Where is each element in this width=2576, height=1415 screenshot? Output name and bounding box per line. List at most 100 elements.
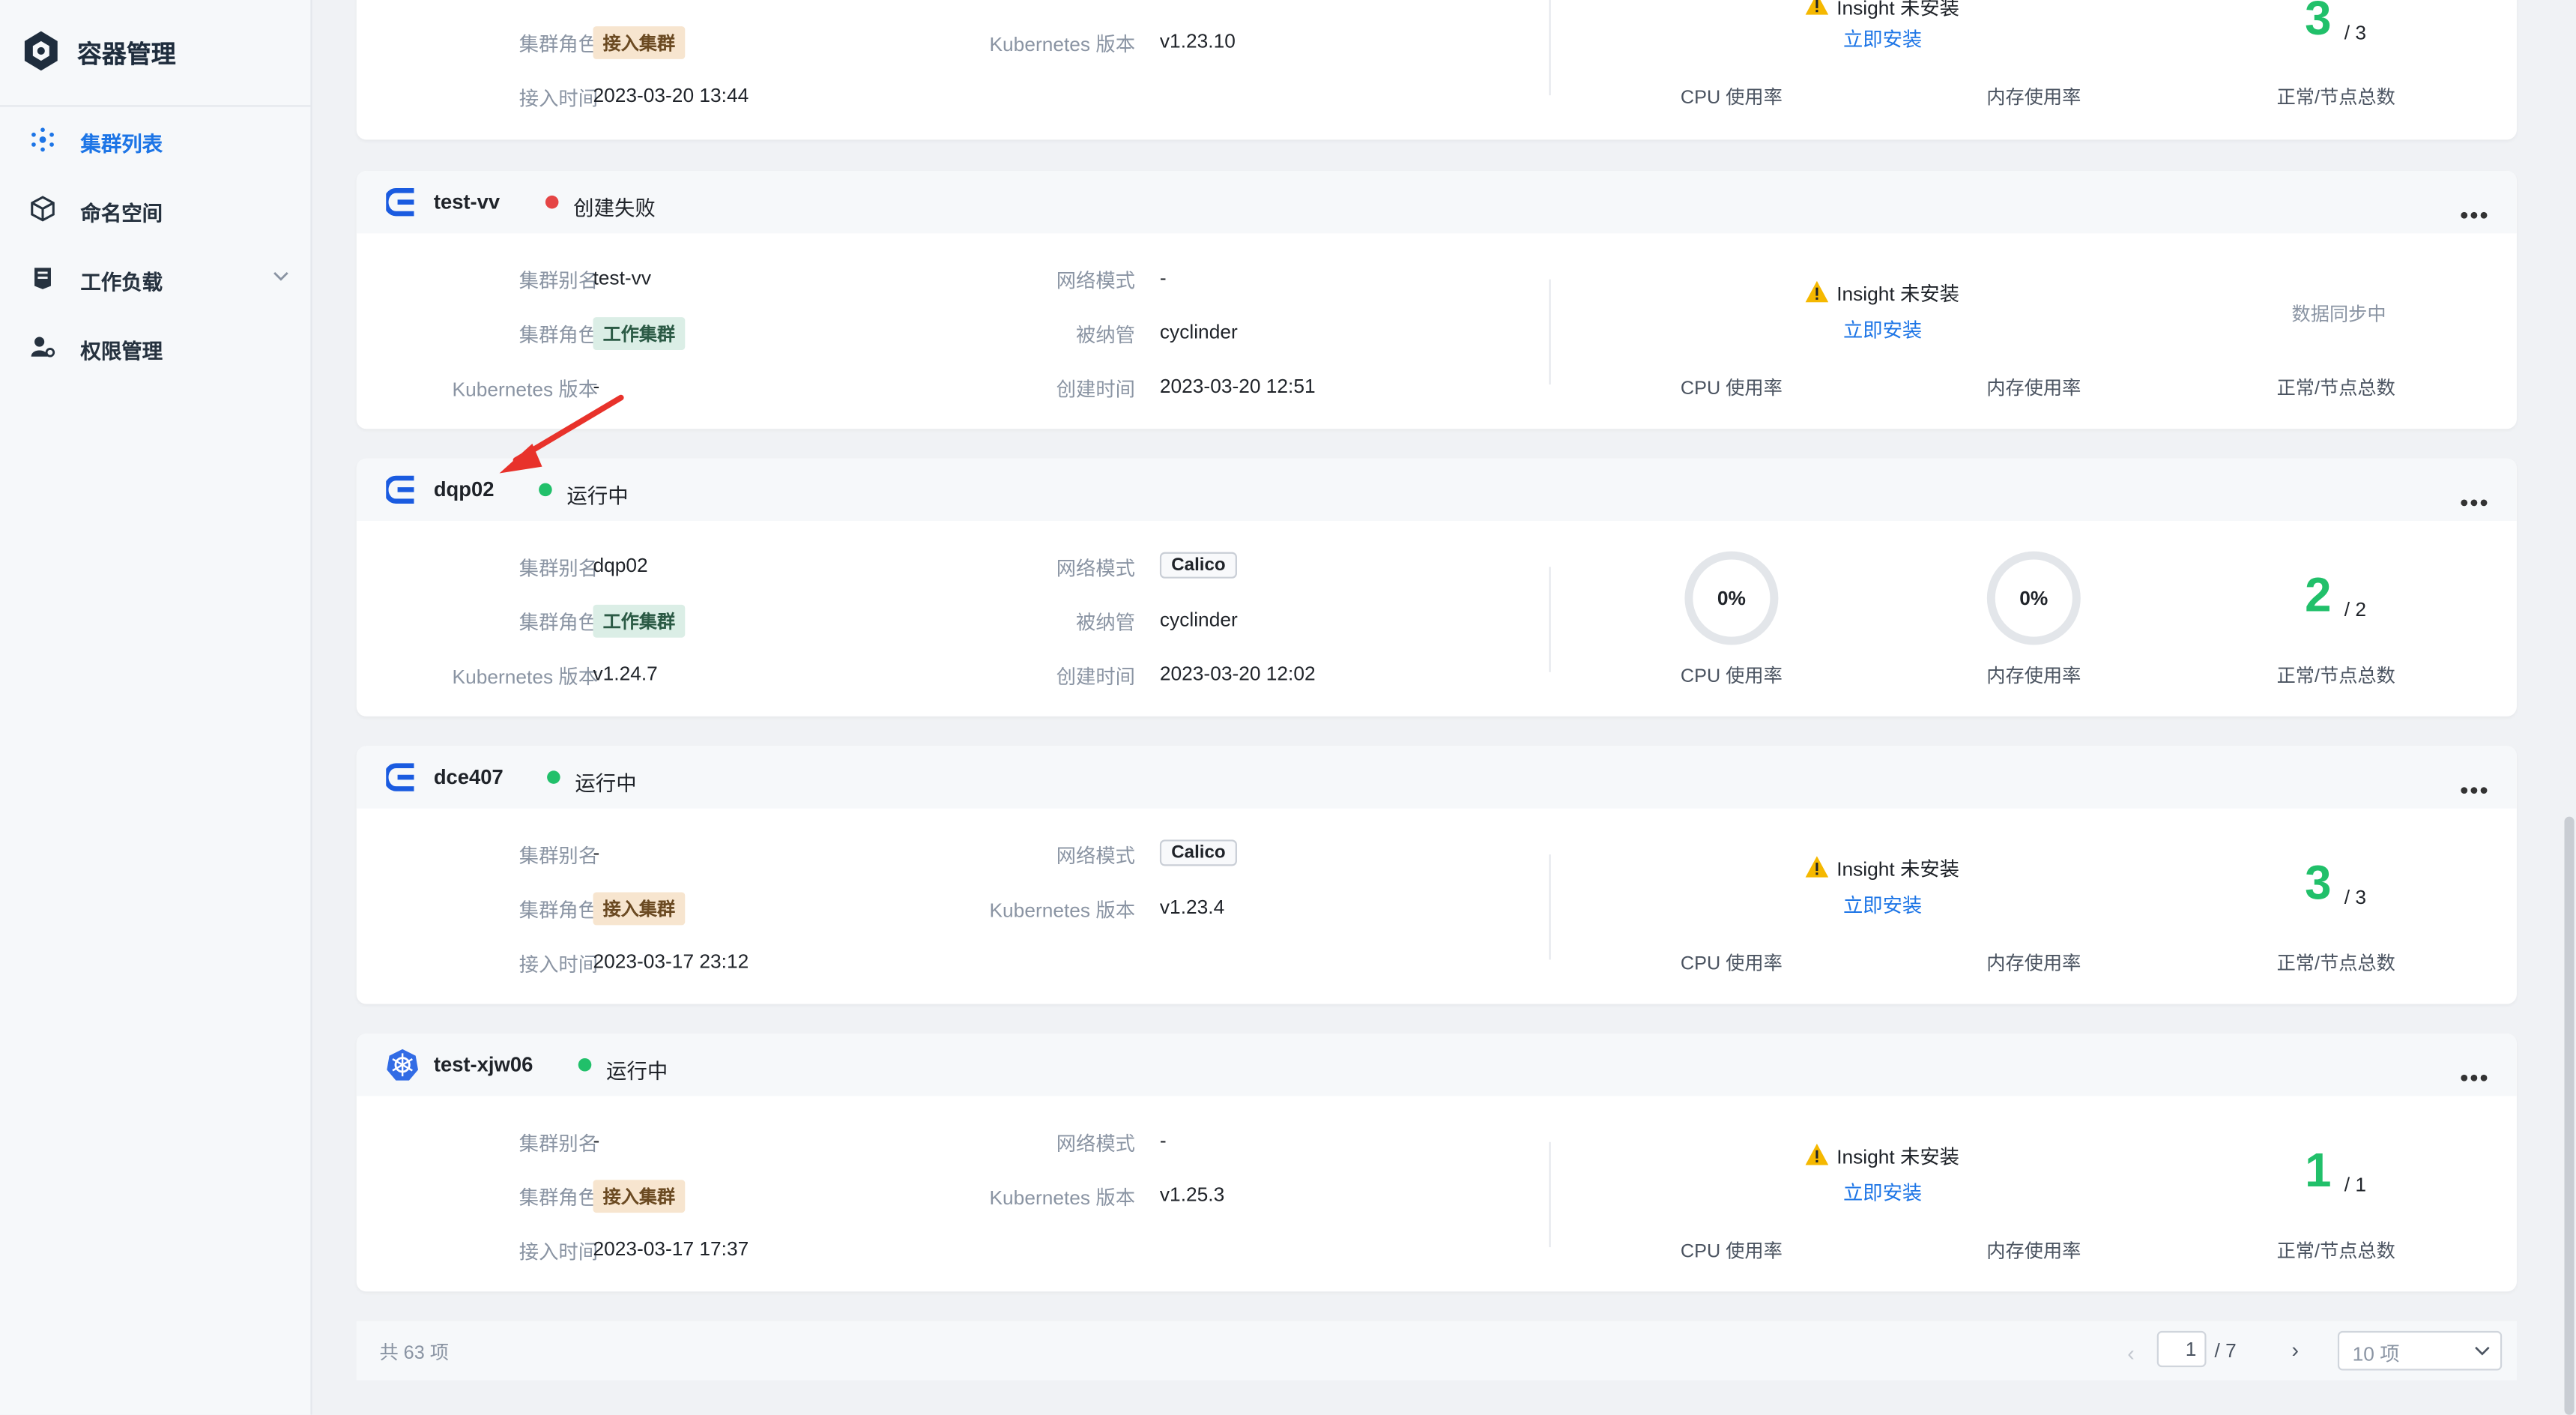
insight-status: Insight 未安装 (1836, 0, 1960, 20)
next-page-icon[interactable]: › (2292, 1338, 2300, 1363)
network-mode-tag: Calico (1159, 839, 1237, 866)
mem-usage-label: 内存使用率 (1986, 88, 2081, 109)
cpu-usage-label: CPU 使用率 (1680, 667, 1783, 687)
sidebar-item-cluster-list[interactable]: 集群列表 (0, 105, 310, 174)
k8s-version-label: Kubernetes 版本 (452, 665, 599, 689)
role-tag: 工作集群 (593, 604, 686, 638)
role-label: 集群角色 (518, 32, 599, 56)
managed-by-label: 被纳管 (1076, 323, 1136, 347)
alias-label: 集群别名 (518, 1132, 599, 1156)
cluster-type-logo-icon (386, 475, 414, 504)
mem-usage-value: 0% (2019, 586, 2049, 610)
insight-status: Insight 未安装 (1836, 1145, 1960, 1168)
cluster-card: test-xjw06 运行中 集群别名 - 网络模式 - 集群角色 接入集群 K… (356, 1034, 2517, 1292)
status-dot (547, 770, 560, 784)
network-mode-label: 网络模式 (1056, 1132, 1136, 1156)
nodes-ok-count: 2 (2305, 570, 2332, 623)
k8s-version-value: v1.24.7 (593, 662, 658, 686)
warning-icon (1805, 856, 1829, 878)
role-label: 集群角色 (518, 1186, 599, 1210)
install-now-link[interactable]: 立即安装 (1843, 316, 1922, 343)
more-options-icon[interactable] (2461, 772, 2497, 794)
cluster-card: dqp02 运行中 集群别名 dqp02 网络模式 Calico 集群角色 工作… (356, 458, 2517, 716)
card-divider (1549, 854, 1551, 960)
cluster-name[interactable]: dqp02 (434, 478, 495, 501)
card-header[interactable]: test-vv 创建失败 (356, 171, 2517, 234)
alias-label: 集群别名 (518, 844, 599, 868)
install-now-link[interactable]: 立即安装 (1843, 890, 1922, 918)
role-tag: 接入集群 (593, 26, 686, 59)
status-dot (545, 195, 559, 209)
sidebar: 容器管理 集群列表 命名空间 工作负载 权限管理 (0, 0, 312, 1415)
page-count: / 7 (2214, 1339, 2237, 1363)
syncing-text: 数据同步中 (2291, 305, 2386, 326)
page-size-value: 10 项 (2352, 1342, 2400, 1366)
nodes-total: / 1 (2344, 1173, 2366, 1197)
cluster-name[interactable]: dce407 (434, 766, 504, 789)
page-size-select[interactable]: 10 项 (2337, 1330, 2503, 1371)
nodes-total: / 3 (2344, 21, 2366, 45)
alias-value: test-vv (593, 266, 651, 289)
install-now-link[interactable]: 立即安装 (1843, 1178, 1922, 1206)
warning-icon (1805, 0, 1829, 15)
managed-by-value: cyclinder (1159, 320, 1238, 344)
card-header[interactable]: test-xjw06 运行中 (356, 1034, 2517, 1096)
k8s-version-value: v1.23.4 (1159, 895, 1225, 919)
access-time-label: 接入时间 (518, 87, 599, 110)
k8s-version-label: Kubernetes 版本 (989, 32, 1136, 56)
more-options-icon[interactable] (2461, 1060, 2497, 1081)
nodes-label: 正常/节点总数 (2276, 667, 2395, 687)
nodes-ok-count: 3 (2305, 857, 2332, 911)
scrollbar-thumb[interactable] (2564, 816, 2575, 1415)
page-input[interactable]: 1 (2156, 1330, 2207, 1368)
prev-page-icon[interactable]: ‹ (2127, 1341, 2135, 1366)
role-label: 集群角色 (518, 323, 599, 347)
network-mode-label: 网络模式 (1056, 844, 1136, 868)
created-time-value: 2023-03-20 12:02 (1159, 662, 1316, 686)
role-label: 集群角色 (518, 899, 599, 922)
cluster-type-logo-icon (386, 188, 414, 217)
annotation-arrow-icon (499, 394, 624, 474)
nodes-label: 正常/节点总数 (2276, 954, 2395, 975)
install-now-link[interactable]: 立即安装 (1843, 25, 1922, 52)
sidebar-item-namespace[interactable]: 命名空间 (0, 174, 310, 243)
cluster-card: 集群角色 接入集群 Kubernetes 版本 v1.23.10 接入时间 20… (356, 0, 2517, 140)
cluster-status: 运行中 (566, 484, 629, 508)
cluster-name[interactable]: test-xjw06 (434, 1053, 533, 1076)
alias-value: dqp02 (593, 553, 648, 577)
created-time-label: 创建时间 (1056, 665, 1136, 689)
cpu-usage-label: CPU 使用率 (1680, 1242, 1783, 1262)
kubernetes-logo-icon (387, 1049, 418, 1081)
sidebar-item-label: 工作负载 (80, 271, 163, 295)
workload-icon (34, 268, 51, 289)
k8s-version-label: Kubernetes 版本 (989, 899, 1136, 922)
status-dot (539, 483, 552, 497)
nodes-label: 正常/节点总数 (2276, 379, 2395, 399)
cluster-name[interactable]: test-vv (434, 190, 500, 214)
chevron-down-icon[interactable] (273, 270, 289, 283)
cube-icon (31, 196, 55, 222)
alias-label: 集群别名 (518, 269, 599, 293)
more-options-icon[interactable] (2461, 485, 2497, 507)
card-header[interactable]: dqp02 运行中 (356, 458, 2517, 522)
cpu-usage-label: CPU 使用率 (1680, 379, 1783, 399)
nodes-label: 正常/节点总数 (2276, 88, 2395, 109)
created-time-value: 2023-03-20 12:51 (1159, 374, 1316, 398)
mem-usage-label: 内存使用率 (1986, 1242, 2081, 1262)
k8s-version-value: v1.25.3 (1159, 1183, 1225, 1207)
role-tag: 工作集群 (593, 317, 686, 351)
sidebar-item-label: 权限管理 (80, 340, 163, 363)
k8s-version-label: Kubernetes 版本 (989, 1186, 1136, 1210)
sidebar-item-permission[interactable]: 权限管理 (0, 313, 310, 381)
access-time-label: 接入时间 (518, 953, 599, 977)
more-options-icon[interactable] (2461, 197, 2497, 219)
cpu-usage-value: 0% (1717, 586, 1746, 610)
sidebar-item-workload[interactable]: 工作负载 (0, 243, 310, 312)
cluster-card: dce407 运行中 集群别名 - 网络模式 Calico 集群角色 接入集群 … (356, 746, 2517, 1004)
alias-label: 集群别名 (518, 557, 599, 580)
card-header[interactable]: dce407 运行中 (356, 746, 2517, 809)
app-logo-icon (24, 31, 58, 71)
mem-usage-label: 内存使用率 (1986, 379, 2081, 399)
access-time-value: 2023-03-17 17:37 (593, 1237, 749, 1261)
chevron-down-icon (2475, 1346, 2490, 1356)
